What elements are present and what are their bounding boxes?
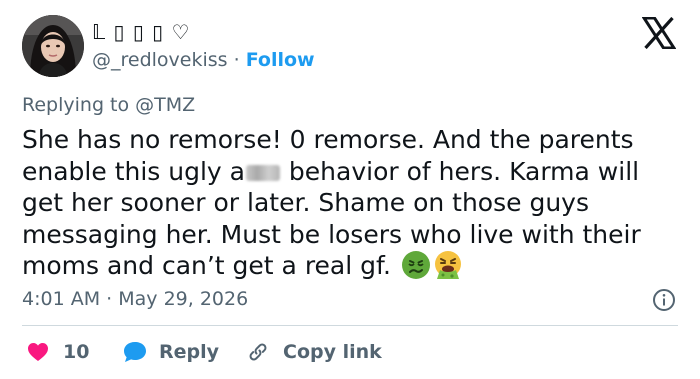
follow-button[interactable]: Follow — [246, 49, 315, 71]
tweet-date: May 29, 2026 — [118, 288, 249, 310]
info-icon[interactable] — [652, 288, 676, 312]
timestamp-separator: · — [106, 288, 113, 310]
handle-row: @_redlovekiss · Follow — [92, 48, 315, 72]
like-count: 10 — [63, 341, 90, 363]
tweet-time: 4:01 AM — [22, 288, 101, 310]
avatar[interactable] — [22, 15, 84, 77]
x-logo-icon[interactable] — [641, 16, 677, 50]
reply-bubble-icon — [124, 342, 146, 362]
user-handle[interactable]: @_redlovekiss — [92, 49, 228, 71]
replying-to: Replying to @TMZ — [22, 93, 195, 117]
nauseated-face-icon — [401, 251, 430, 279]
vomiting-face-icon — [434, 251, 461, 279]
tweet-timestamp[interactable]: 4:01 AM · May 29, 2026 — [22, 287, 248, 311]
heart-icon — [28, 343, 48, 361]
reply-mention-link[interactable]: @TMZ — [135, 94, 195, 116]
link-icon — [249, 343, 267, 361]
divider — [22, 325, 678, 326]
reply-label: Reply — [159, 341, 220, 363]
censor-blur — [245, 164, 280, 181]
replying-prefix: Replying to — [22, 94, 130, 116]
handle-separator: · — [233, 49, 240, 71]
copy-link-label: Copy link — [283, 341, 382, 363]
tweet-text: She has no remorse! 0 remorse. And the p… — [22, 124, 682, 282]
display-name[interactable]: 𝕃 ▯ ▯ ▯ ♡ — [92, 20, 190, 44]
